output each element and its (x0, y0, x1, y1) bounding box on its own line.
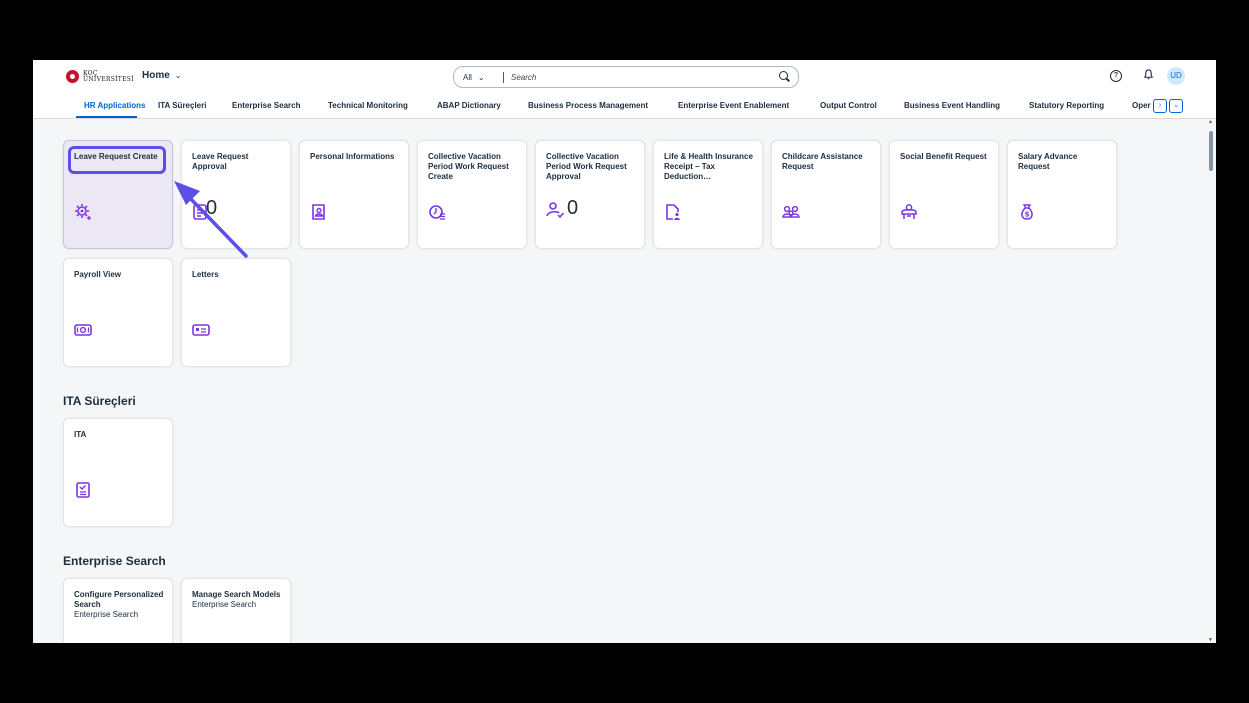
document-people-icon (666, 204, 680, 220)
personal-card-icon (312, 204, 325, 220)
company-logo[interactable]: KOÇ ÜNİVERSİTESİ (66, 70, 134, 83)
active-tab-indicator (76, 116, 137, 118)
help-icon[interactable]: ? (1110, 70, 1122, 82)
tab-ita-surecleri[interactable]: ITA Süreçleri (158, 101, 206, 110)
scroll-up-icon[interactable]: ▲ (1208, 119, 1213, 125)
logo-text-bottom: ÜNİVERSİTESİ (83, 75, 134, 83)
tab-business-process-management[interactable]: Business Process Management (528, 101, 648, 110)
search-icon[interactable] (779, 71, 788, 80)
tile-count: 0 (206, 197, 218, 219)
svg-text:$: $ (1025, 211, 1030, 219)
tile-content-area: Leave Request Create Leave Request Appro… (33, 119, 1206, 643)
id-card-icon (192, 324, 210, 336)
tile-configure-personalized-search[interactable]: Configure Personalized Search Enterprise… (63, 578, 173, 643)
tab-enterprise-search[interactable]: Enterprise Search (232, 101, 300, 110)
tab-hr-applications[interactable]: HR Applications (84, 101, 145, 110)
tile-ita[interactable]: ITA (63, 418, 173, 527)
tile-life-health-insurance[interactable]: Life & Health Insurance Receipt – Tax De… (653, 140, 763, 249)
search-divider (503, 71, 504, 83)
tile-leave-request-approval[interactable]: Leave Request Approval 0 (181, 140, 291, 249)
tile-personal-informations[interactable]: Personal Informations (299, 140, 409, 249)
tile-title: Leave Request Approval (192, 152, 249, 171)
money-bag-icon: $ (1021, 204, 1033, 220)
tile-childcare-assistance[interactable]: Childcare Assistance Request (771, 140, 881, 249)
tile-title: Leave Request Create (74, 152, 158, 161)
clock-list-icon (429, 205, 445, 220)
shell-bar: KOÇ ÜNİVERSİTESİ Home ⌄ All ⌄ Search ? U… (33, 60, 1216, 119)
section-title-enterprise-search: Enterprise Search (63, 554, 166, 568)
tile-payroll-view[interactable]: Payroll View (63, 258, 173, 367)
chevron-down-icon: ⌄ (174, 71, 182, 80)
tile-leave-request-create[interactable]: Leave Request Create (63, 140, 173, 249)
tile-collective-vacation-create[interactable]: Collective Vacation Period Work Request … (417, 140, 527, 249)
tile-title: Life & Health Insurance Receipt – Tax De… (664, 152, 753, 181)
tile-letters[interactable]: Letters (181, 258, 291, 367)
tile-title: Collective Vacation Period Work Request … (546, 152, 627, 181)
search-scope-select[interactable]: All ⌄ (454, 73, 503, 82)
tile-subtitle: Enterprise Search (192, 600, 257, 609)
tile-salary-advance[interactable]: Salary Advance Request $ (1007, 140, 1117, 249)
group-icon (901, 204, 917, 219)
chevron-down-icon: ⌄ (477, 72, 485, 82)
tile-subtitle: Enterprise Search (74, 610, 139, 619)
notifications-bell-icon[interactable] (1143, 69, 1154, 83)
tab-bar: HR Applications ITA Süreçleri Enterprise… (33, 98, 1216, 118)
home-menu[interactable]: Home ⌄ (142, 70, 182, 81)
scroll-down-icon[interactable]: ▼ (1208, 637, 1213, 643)
tab-overflow-menu-icon[interactable]: ⌄ (1169, 99, 1183, 113)
tile-manage-search-models[interactable]: Manage Search Models Enterprise Search (181, 578, 291, 643)
tab-business-event-handling[interactable]: Business Event Handling (904, 101, 1000, 110)
tile-title: ITA (74, 430, 87, 439)
tab-abap-dictionary[interactable]: ABAP Dictionary (437, 101, 501, 110)
search-bar[interactable]: All ⌄ Search (453, 66, 799, 88)
search-input[interactable]: Search (511, 73, 798, 82)
settings-gear-icon (75, 204, 91, 220)
tab-scroll-right-icon[interactable]: › (1153, 99, 1167, 113)
tile-title: Payroll View (74, 270, 121, 279)
tile-title: Collective Vacation Period Work Request … (428, 152, 509, 181)
tab-enterprise-event-enablement[interactable]: Enterprise Event Enablement (678, 101, 789, 110)
checklist-icon (76, 482, 90, 498)
tile-title: Configure Personalized Search (74, 590, 164, 609)
launchpad-screen: KOÇ ÜNİVERSİTESİ Home ⌄ All ⌄ Search ? U… (33, 60, 1216, 643)
tile-title: Manage Search Models (192, 590, 281, 599)
tab-overflow[interactable]: Oper (1132, 101, 1152, 110)
tab-statutory-reporting[interactable]: Statutory Reporting (1029, 101, 1104, 110)
scrollbar-thumb[interactable] (1209, 131, 1213, 171)
search-scope-value: All (463, 72, 472, 82)
tile-title: Social Benefit Request (900, 152, 987, 161)
tile-count: 0 (567, 197, 579, 219)
money-icon (74, 324, 92, 336)
tile-title: Childcare Assistance Request (782, 152, 863, 171)
user-avatar[interactable]: UD (1167, 67, 1185, 85)
tab-output-control[interactable]: Output Control (820, 101, 877, 110)
logo-mark-icon (66, 70, 79, 83)
tile-collective-vacation-approval[interactable]: Collective Vacation Period Work Request … (535, 140, 645, 249)
section-title-ita: ITA Süreçleri (63, 394, 136, 408)
tile-title: Salary Advance Request (1018, 152, 1078, 171)
vertical-scrollbar[interactable]: ▲ ▼ (1206, 119, 1216, 643)
home-label: Home (142, 70, 170, 81)
tile-title: Personal Informations (310, 152, 395, 161)
tile-social-benefit[interactable]: Social Benefit Request (889, 140, 999, 249)
tile-title: Letters (192, 270, 219, 279)
family-icon (782, 205, 800, 218)
person-check-icon (546, 202, 564, 219)
tab-technical-monitoring[interactable]: Technical Monitoring (328, 101, 408, 110)
